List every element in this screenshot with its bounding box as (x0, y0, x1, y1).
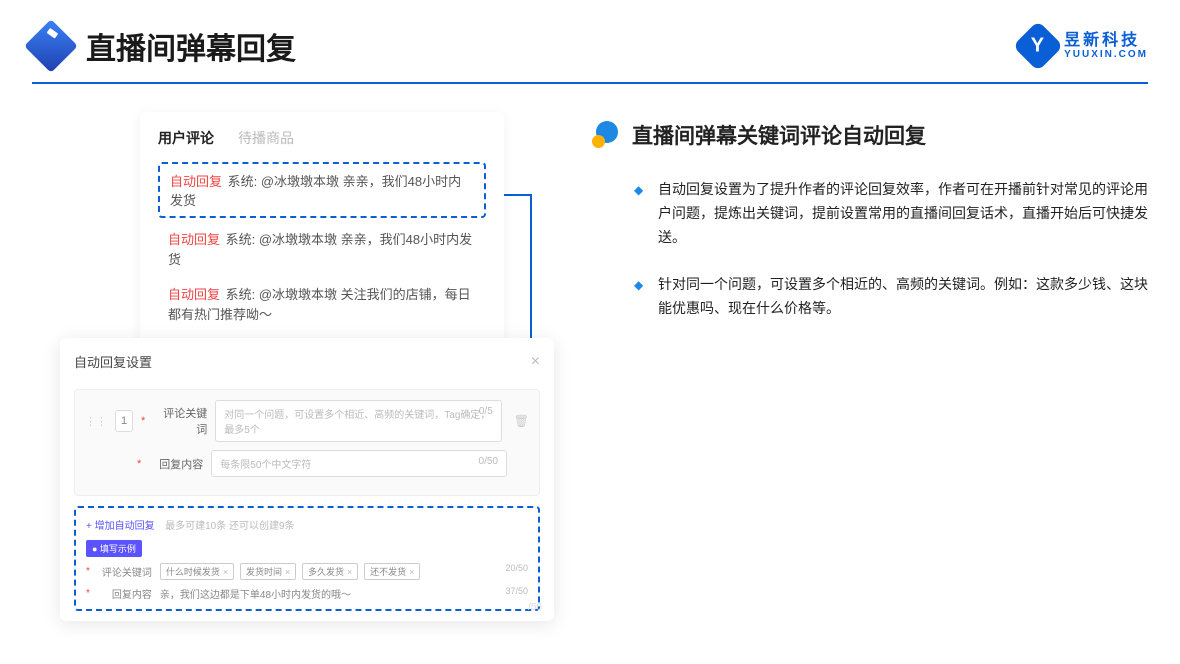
logo-mark-icon: Y (1013, 21, 1064, 72)
comment-row-3: 自动回复 系统: @冰墩墩本墩 关注我们的店铺，每日都有热门推荐呦～ (158, 281, 486, 328)
example-content-line: 亲，我们这边都是下单48小时内发货的哦～ 37/50 (160, 586, 528, 601)
tag-remove-icon[interactable]: × (409, 567, 414, 577)
header-divider (32, 82, 1148, 84)
form-row-content: * 回复内容 每条限50个中文字符 0/50 (85, 450, 529, 477)
brand-name-zh: 昱新科技 (1064, 32, 1148, 50)
example-content-counter: 37/50 (505, 586, 528, 596)
page-header: 直播间弹幕回复 Y 昱新科技 YUUXIN.COM (0, 0, 1180, 82)
tag-remove-icon[interactable]: × (223, 567, 228, 577)
drag-icon[interactable]: ⋮⋮ (85, 415, 107, 428)
required-star: * (137, 458, 141, 470)
left-column: 用户评论 待播商品 自动回复 系统: @冰墩墩本墩 亲亲，我们48小时内发货 自… (32, 112, 552, 406)
tab-user-comments[interactable]: 用户评论 (158, 128, 214, 148)
autoreply-settings-modal: 自动回复设置 × ⋮⋮ 1 * 评论关键词 对同一个问题，可设置多个相近、高频的… (60, 338, 554, 621)
comment-row-2: 自动回复 系统: @冰墩墩本墩 亲亲，我们48小时内发货 (158, 226, 486, 273)
autoreply-tag: 自动回复 (170, 174, 222, 189)
tag-remove-icon[interactable]: × (285, 567, 290, 577)
example-row-content: * 回复内容 亲，我们这边都是下单48小时内发货的哦～ 37/50 (86, 586, 528, 601)
bullet-list: 自动回复设置为了提升作者的评论回复效率，作者可在开播前针对常见的评论用户问题，提… (592, 178, 1148, 321)
tag-chip[interactable]: 多久发货× (302, 563, 358, 580)
example-badge: ● 填写示例 (86, 540, 142, 557)
tag-chip[interactable]: 还不发货× (364, 563, 420, 580)
tag-chip[interactable]: 什么时候发货× (160, 563, 234, 580)
bullet-item-1: 自动回复设置为了提升作者的评论回复效率，作者可在开播前针对常见的评论用户问题，提… (658, 178, 1148, 249)
required-star: * (86, 588, 90, 599)
page-title: 直播间弹幕回复 (86, 24, 296, 68)
logo-letter: Y (1031, 35, 1044, 58)
tag-chip[interactable]: 发货时间× (240, 563, 296, 580)
connector-h1 (504, 194, 532, 196)
main-content: 用户评论 待播商品 自动回复 系统: @冰墩墩本墩 亲亲，我们48小时内发货 自… (0, 112, 1180, 406)
add-autoreply-link[interactable]: + 增加自动回复 (86, 521, 155, 532)
section-bullet-icon (592, 121, 620, 149)
modal-title: 自动回复设置 (74, 352, 152, 371)
autoreply-tag: 自动回复 (168, 232, 220, 247)
keyword-counter: 0/5 (479, 406, 493, 417)
content-placeholder: 每条限50个中文字符 (220, 460, 311, 471)
section-title: 直播间弹幕关键词评论自动回复 (632, 120, 926, 150)
index-box: 1 (115, 410, 133, 432)
tag-remove-icon[interactable]: × (347, 567, 352, 577)
keyword-placeholder: 对同一个问题，可设置多个相近、高频的关键词，Tag确定，最多5个 (224, 410, 490, 436)
autoreply-tag: 自动回复 (168, 287, 220, 302)
close-icon[interactable]: × (531, 353, 540, 371)
content-counter: 0/50 (479, 456, 498, 467)
example-label-content: 回复内容 (98, 586, 152, 601)
keyword-input[interactable]: 对同一个问题，可设置多个相近、高频的关键词，Tag确定，最多5个 0/5 (215, 400, 501, 442)
brand-logo: Y 昱新科技 YUUXIN.COM (1020, 28, 1148, 64)
form-area: ⋮⋮ 1 * 评论关键词 对同一个问题，可设置多个相近、高频的关键词，Tag确定… (74, 389, 540, 496)
modal-header: 自动回复设置 × (74, 352, 540, 371)
highlighted-comment: 自动回复 系统: @冰墩墩本墩 亲亲，我们48小时内发货 (158, 162, 486, 218)
logo-text: 昱新科技 YUUXIN.COM (1064, 32, 1148, 61)
example-tags-line: 什么时候发货× 发货时间× 多久发货× 还不发货× 20/50 (160, 563, 528, 580)
brand-name-en: YUUXIN.COM (1064, 49, 1148, 60)
example-highlight: + 增加自动回复 最多可建10条 还可以创建9条 ● 填写示例 * 评论关键词 … (74, 506, 540, 611)
example-keyword-counter: 20/50 (505, 563, 528, 573)
right-column: 直播间弹幕关键词评论自动回复 自动回复设置为了提升作者的评论回复效率，作者可在开… (592, 112, 1148, 406)
example-row-keyword: * 评论关键词 什么时候发货× 发货时间× 多久发货× 还不发货× 20/50 (86, 563, 528, 580)
example-content-text: 亲，我们这边都是下单48小时内发货的哦～ (160, 590, 351, 601)
label-keyword: 评论关键词 (153, 405, 207, 437)
add-hint: 最多可建10条 还可以创建9条 (165, 521, 294, 532)
example-label-keyword: 评论关键词 (98, 564, 152, 579)
label-content: 回复内容 (149, 456, 203, 472)
comments-tabs: 用户评论 待播商品 (158, 128, 486, 148)
required-star: * (86, 566, 90, 577)
ghost-counter: /50 (528, 602, 542, 613)
required-star: * (141, 415, 145, 427)
trash-icon[interactable]: 🗑 (514, 414, 529, 428)
form-row-keyword: ⋮⋮ 1 * 评论关键词 对同一个问题，可设置多个相近、高频的关键词，Tag确定… (85, 400, 529, 442)
bullet-item-2: 针对同一个问题，可设置多个相近的、高频的关键词。例如：这款多少钱、这块能优惠吗、… (658, 273, 1148, 321)
section-header: 直播间弹幕关键词评论自动回复 (592, 120, 1148, 150)
cube-icon (24, 19, 78, 73)
content-input[interactable]: 每条限50个中文字符 0/50 (211, 450, 507, 477)
tab-pending-goods[interactable]: 待播商品 (238, 128, 294, 148)
